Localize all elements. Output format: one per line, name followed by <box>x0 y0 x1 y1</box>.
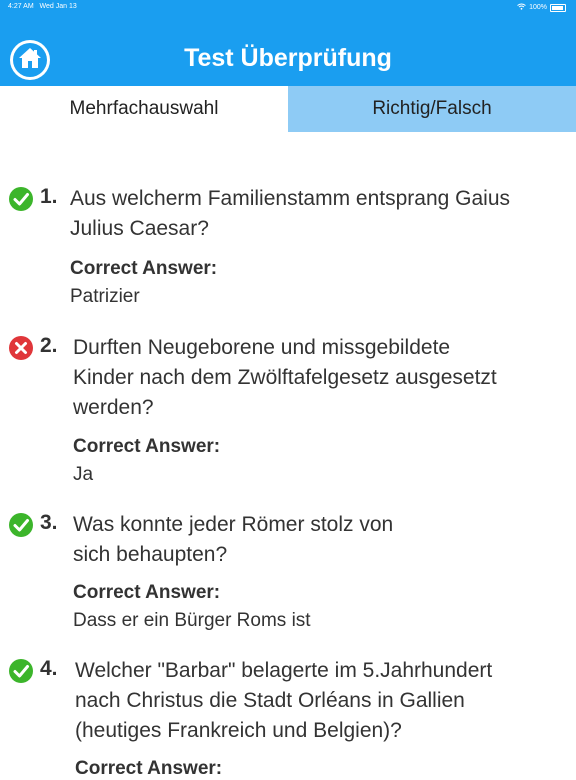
answer-value: Dass er ein Bürger Roms ist <box>73 610 311 631</box>
status-right: 100% <box>517 3 566 12</box>
question-line: Durften Neugeborene und missgebildete <box>73 336 451 359</box>
question-number: 1. <box>40 185 58 208</box>
question-text: Welcher "Barbar" belagerte im 5.Jahrhund… <box>75 656 565 746</box>
question-line: Aus welcherm Familienstamm entsprang Gai… <box>70 187 510 210</box>
question-number: 3. <box>40 511 58 534</box>
tab-bar: Mehrfachauswahl Richtig/Falsch <box>0 86 576 132</box>
question-line: Kinder nach dem Zwölftafelgesetz ausgese… <box>73 366 497 389</box>
check-icon <box>8 186 34 212</box>
question-text: Aus welcherm Familienstamm entsprang Gai… <box>70 184 560 244</box>
question-line: Was konnte jeder Römer stolz von <box>73 513 394 536</box>
header-bar: 4:27 AM Wed Jan 13 100% Test Überprüfung <box>0 0 576 86</box>
answer-value: Patrizier <box>70 286 140 307</box>
status-bar: 4:27 AM Wed Jan 13 100% <box>0 0 576 14</box>
answer-label: Correct Answer: <box>75 758 223 779</box>
wifi-icon <box>517 3 526 12</box>
status-date: Wed Jan 13 <box>39 3 77 10</box>
answer-label: Correct Answer: <box>73 436 221 457</box>
question-line: nach Christus die Stadt Orléans in Galli… <box>75 689 465 712</box>
status-time-date: 4:27 AM Wed Jan 13 <box>8 3 77 10</box>
tab-richtig-falsch[interactable]: Richtig/Falsch <box>288 86 576 132</box>
page-title: Test Überprüfung <box>184 44 392 72</box>
question-line: (heutiges Frankreich und Belgien)? <box>75 719 402 742</box>
question-text: Durften Neugeborene und missgebildete Ki… <box>73 333 563 423</box>
answer-label: Correct Answer: <box>70 258 218 279</box>
check-icon <box>8 512 34 538</box>
question-number: 4. <box>40 657 58 680</box>
question-line: sich behaupten? <box>73 543 228 566</box>
question-text: Was konnte jeder Römer stolz von sich be… <box>73 510 563 570</box>
status-time: 4:27 AM <box>8 3 34 10</box>
cross-icon <box>8 335 34 361</box>
battery-icon <box>550 3 566 12</box>
tab-mehrfachauswahl[interactable]: Mehrfachauswahl <box>0 86 288 132</box>
battery-percent: 100% <box>529 4 547 11</box>
answer-value: Ja <box>73 464 94 485</box>
question-number: 2. <box>40 334 58 357</box>
question-line: werden? <box>73 396 154 419</box>
answer-label: Correct Answer: <box>73 582 221 603</box>
question-line: Welcher "Barbar" belagerte im 5.Jahrhund… <box>75 659 493 682</box>
check-icon <box>8 658 34 684</box>
question-line: Julius Caesar? <box>70 217 209 240</box>
